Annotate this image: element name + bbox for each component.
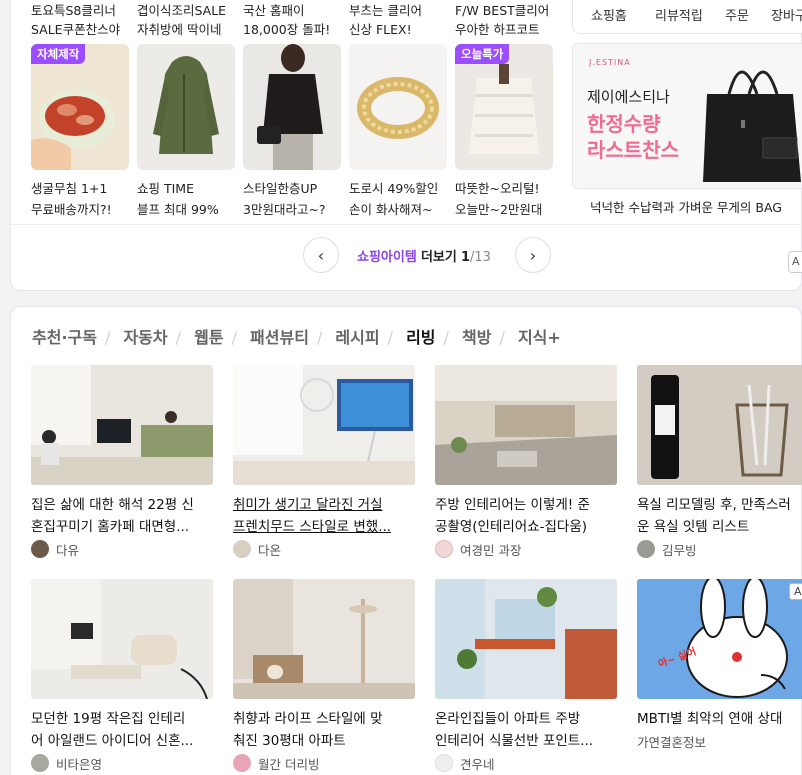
product-caption[interactable]: 도로시 49%할인 손이 화사해져~ <box>349 178 453 220</box>
card-author[interactable]: 다온 <box>233 539 281 559</box>
shop-top-item[interactable]: F/W BEST클리어 우아한 하프코트 <box>455 1 559 39</box>
card-author[interactable]: 견우네 <box>435 753 495 773</box>
tab-webtoon[interactable]: 웹툰 <box>194 324 223 348</box>
product-image-leather-jacket[interactable] <box>243 44 341 170</box>
card-title[interactable]: 온라인집들이 아파트 주방 인테리어 식물선반 포인트... <box>435 708 619 752</box>
ad-headline-2: 라스트찬스 <box>587 138 679 162</box>
card-image-bathroom[interactable] <box>637 365 802 485</box>
next-page-button[interactable]: › <box>515 237 551 273</box>
card-title[interactable]: 취미가 생기고 달라진 거실 프렌치무드 스타일로 변했... <box>233 494 417 538</box>
card-image-ad-bunny[interactable]: 아~ 싫어 AD <box>637 579 802 699</box>
tab-fashion-beauty[interactable]: 패션뷰티 <box>250 324 309 348</box>
product-caption[interactable]: 스타일한층UP 3만원대라고~? <box>243 178 347 220</box>
kitchen-image <box>435 365 617 485</box>
card-author[interactable]: 비타은영 <box>31 753 102 773</box>
card-title[interactable]: 모던한 19평 작은집 인테리 어 아일랜드 아이디어 신혼... <box>31 708 215 752</box>
tv-room-image <box>233 365 415 485</box>
tab-living[interactable]: 리빙 <box>406 324 435 348</box>
avatar <box>637 540 655 558</box>
tab-books[interactable]: 책방 <box>462 324 491 348</box>
shop-top-item[interactable]: 국산 홈패이 18,000장 돌파! <box>243 1 347 39</box>
shopping-row-top: 토요특S8클리너 SALE쿠폰찬스야 겹이식조리SALE 자취방에 딱이네 국산 홈… <box>31 1 561 37</box>
prev-page-button[interactable]: ‹ <box>303 237 339 273</box>
card-image-kitchen[interactable] <box>435 365 617 485</box>
tab-orders[interactable]: 주문 <box>725 5 749 24</box>
product-image-oyster[interactable]: 자체제작 <box>31 44 129 170</box>
tab-recommend[interactable]: 추천·구독 <box>32 324 97 348</box>
tab-knowledge[interactable]: 지식+ <box>518 324 561 348</box>
cat-tower-image <box>233 579 415 699</box>
naver-main-page: 토요특S8클리너 SALE쿠폰찬스야 겹이식조리SALE 자취방에 딱이네 국산 홈… <box>0 0 802 775</box>
shop-top-item[interactable]: 부츠는 클리어 신상 FLEX! <box>349 1 453 39</box>
chevron-right-icon: › <box>529 245 537 265</box>
shop-top-item[interactable]: 토요특S8클리너 SALE쿠폰찬스야 <box>31 1 135 39</box>
product-caption[interactable]: 쇼핑 TIME 블프 최대 99% <box>137 178 241 220</box>
right-edge-badge[interactable]: A <box>788 251 802 273</box>
ad-headline-1: 한정수량 <box>587 112 661 136</box>
card-author[interactable]: 가연결혼정보 <box>637 731 706 751</box>
card-author[interactable]: 여경민 과장 <box>435 539 521 559</box>
card-image-cat-tower[interactable] <box>233 579 415 699</box>
ad-caption[interactable]: 넉넉한 수납력과 가벼운 무게의 BAG <box>590 197 802 216</box>
avatar <box>435 540 453 558</box>
crying-bunny-illustration <box>637 579 802 699</box>
card-title[interactable]: 욕실 리모델링 후, 만족스러 운 욕실 잇템 리스트 <box>637 494 802 538</box>
tab-cart[interactable]: 장바구니 <box>771 5 802 24</box>
card-image-modern-room[interactable] <box>31 579 213 699</box>
card-author[interactable]: 김무빙 <box>637 539 697 559</box>
badge-today-deal: 오늘특가 <box>455 44 510 64</box>
handbag-image <box>703 70 801 182</box>
tab-review-reward[interactable]: 리뷰적립 <box>655 5 703 24</box>
avatar <box>435 754 453 772</box>
avatar <box>233 540 251 558</box>
pager-label[interactable]: 쇼핑아이템 더보기 1/13 <box>357 246 491 265</box>
gold-ring-image <box>349 44 447 170</box>
brand-name: 제이에스티나 <box>587 88 670 106</box>
card-image-plant-kitchen[interactable] <box>435 579 617 699</box>
plant-kitchen-image <box>435 579 617 699</box>
tab-shopping-home[interactable]: 쇼핑홈 <box>591 5 627 24</box>
product-caption[interactable]: 생굴무침 1+1 무료배송까지?! <box>31 178 135 220</box>
shop-top-item[interactable]: 겹이식조리SALE 자취방에 딱이네 <box>137 1 241 39</box>
parka-image <box>137 44 235 170</box>
card-title[interactable]: MBTI별 최악의 연애 상대 <box>637 708 802 730</box>
product-caption[interactable]: 따뜻한~오리털! 오늘만~2만원대 <box>455 178 559 220</box>
bathroom-image <box>637 365 802 485</box>
leather-jacket-image <box>243 44 341 170</box>
product-image-ring[interactable] <box>349 44 447 170</box>
avatar <box>233 754 251 772</box>
modern-room-image <box>31 579 213 699</box>
card-title[interactable]: 집은 삶에 대한 해석 22평 신 혼집꾸미기 홈카페 대면형... <box>31 494 215 538</box>
card-author[interactable]: 월간 더리빙 <box>233 753 319 773</box>
card-image-living-room[interactable] <box>31 365 213 485</box>
product-image-padding[interactable]: 오늘특가 <box>455 44 553 170</box>
card-title[interactable]: 취향과 라이프 스타일에 맞 춰진 30평대 아파트 <box>233 708 417 752</box>
brand-logo: J.ESTINA <box>589 58 631 67</box>
living-room-image <box>31 365 213 485</box>
tab-auto[interactable]: 자동차 <box>123 324 167 348</box>
tab-recipe[interactable]: 레시피 <box>335 324 379 348</box>
ad-tag[interactable]: AD <box>789 583 802 600</box>
feed-category-tabs: 추천·구독 / 자동차 / 웹툰 / 패션뷰티 / 레시피 / 리빙 / 책방 / 지식+ <box>32 324 561 352</box>
divider <box>11 224 802 225</box>
avatar <box>31 754 49 772</box>
product-image-parka[interactable] <box>137 44 235 170</box>
shopping-pager: ‹ 쇼핑아이템 더보기 1/13 › <box>303 237 563 275</box>
content-feed-panel: 추천·구독 / 자동차 / 웹툰 / 패션뷰티 / 레시피 / 리빙 / 책방 / 지식+ <box>10 306 802 775</box>
jestina-ad-banner[interactable]: J.ESTINA 제이에스티나 한정수량 라스트찬스 <box>572 43 802 189</box>
card-author[interactable]: 다유 <box>31 539 79 559</box>
chevron-left-icon: ‹ <box>317 245 325 265</box>
shopping-shortcut-tabs: 쇼핑홈 리뷰적립 주문 장바구니 <box>572 0 802 34</box>
card-image-tv-room[interactable] <box>233 365 415 485</box>
avatar <box>31 540 49 558</box>
badge-self-made: 자체제작 <box>31 44 86 64</box>
card-title[interactable]: 주방 인테리어는 이렇게! 준 공촬영(인테리어쇼-집다움) <box>435 494 619 538</box>
